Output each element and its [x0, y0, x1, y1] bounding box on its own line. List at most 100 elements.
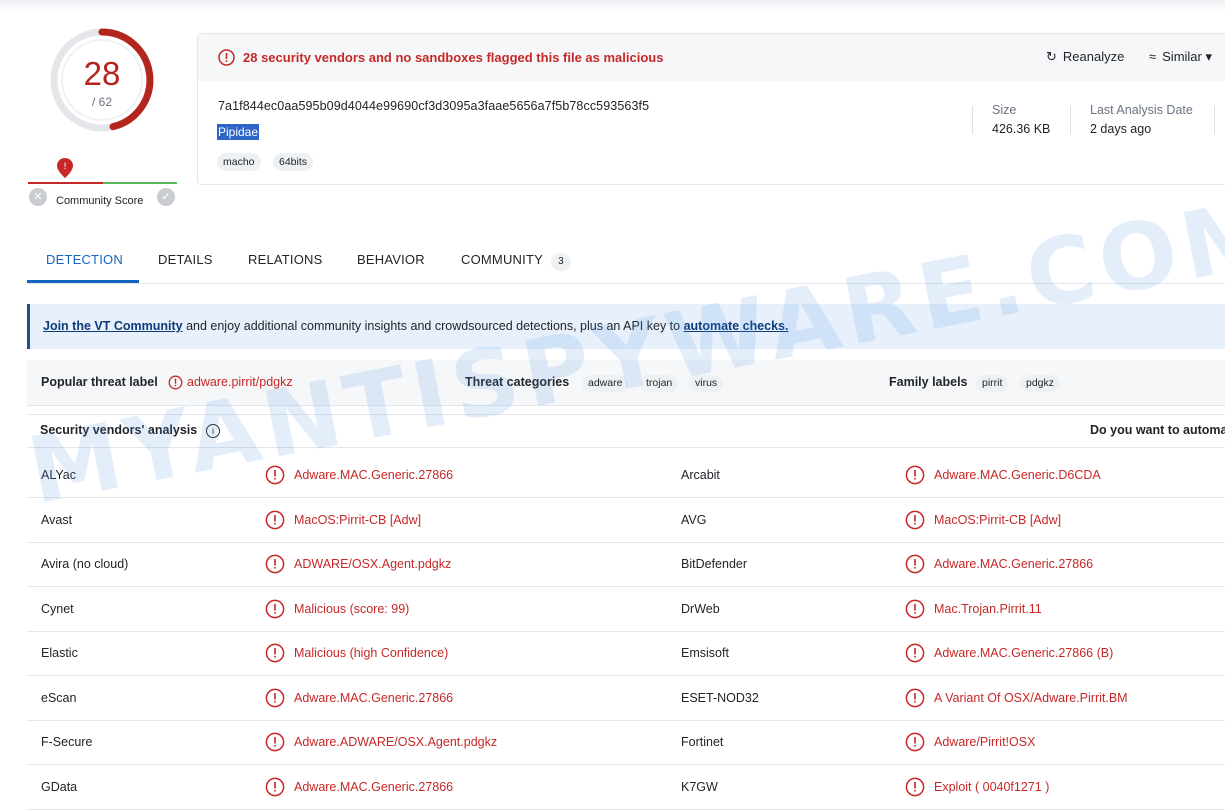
meta-separator [972, 106, 973, 134]
vendor-result[interactable]: Exploit ( 0040f1271 ) [934, 780, 1049, 794]
vendor-result[interactable]: Adware.MAC.Generic.27866 [294, 468, 453, 482]
alert-circle-icon [265, 643, 285, 663]
vendor-name: Fortinet [681, 735, 724, 749]
alert-circle-icon [265, 688, 285, 708]
alert-circle-icon [168, 375, 183, 390]
detection-score-ring: 28 / 62 [40, 28, 170, 158]
vendor-name: GData [41, 779, 78, 794]
alert-circle-icon [905, 510, 925, 530]
tab-detection[interactable]: DETECTION [46, 252, 123, 267]
vendor-name: eScan [41, 690, 77, 705]
alert-circle-icon [265, 554, 285, 574]
community-score-label: Community Score [56, 195, 144, 207]
detection-alert-text: 28 security vendors and no sandboxes fla… [243, 50, 664, 65]
vendor-name: AVG [681, 512, 707, 527]
meta-separator [1070, 106, 1071, 134]
tab-community[interactable]: COMMUNITY 3 [461, 252, 571, 271]
vendor-result[interactable]: MacOS:Pirrit-CB [Adw] [934, 513, 1061, 527]
last-analysis-label: Last Analysis Date [1090, 103, 1193, 117]
family-label-pill[interactable]: pdgkz [1020, 375, 1061, 392]
alert-circle-icon [218, 49, 235, 66]
vote-down-icon[interactable]: ✕ [29, 188, 47, 206]
top-shadow [0, 0, 1225, 12]
alert-circle-icon [265, 510, 285, 530]
table-row [27, 720, 1225, 765]
tabs-divider [27, 283, 1225, 284]
alert-circle-icon [265, 777, 285, 797]
threat-category-pill[interactable]: virus [689, 375, 724, 392]
community-bar-negative [28, 182, 103, 184]
vendor-name: Emsisoft [681, 646, 729, 660]
banner-middle-text: and enjoy additional community insights … [182, 319, 684, 333]
threat-category-pill[interactable]: trojan [640, 375, 679, 392]
tab-relations[interactable]: RELATIONS [248, 252, 323, 267]
threat-category-pill[interactable]: adware [582, 375, 629, 392]
similar-dropdown[interactable]: ≈ Similar ▾ [1149, 49, 1212, 65]
alert-circle-icon [905, 554, 925, 574]
vendor-name: K7GW [681, 779, 718, 794]
tab-details[interactable]: DETAILS [158, 252, 213, 267]
vendor-name: ESET-NOD32 [681, 690, 759, 705]
tag-64bits[interactable]: 64bits [273, 153, 314, 171]
vendor-name: Elastic [41, 646, 78, 660]
popular-threat-value[interactable]: adware.pirrit/pdgkz [187, 375, 293, 389]
size-label: Size [992, 103, 1017, 117]
vendor-name: ALYac [41, 468, 76, 482]
table-row [27, 587, 1225, 632]
alert-circle-icon [905, 732, 925, 752]
vendor-result[interactable]: Malicious (high Confidence) [294, 646, 448, 660]
vendor-name: Avira (no cloud) [41, 557, 129, 571]
vendor-name: BitDefender [681, 557, 748, 571]
chevron-down-icon: ▾ [1205, 49, 1213, 64]
vendors-analysis-title: Security vendors' analysis [40, 423, 198, 437]
automate-checks-link[interactable]: automate checks. [684, 319, 789, 333]
vendor-result[interactable]: Malicious (score: 99) [294, 602, 409, 616]
community-bar-positive [103, 182, 177, 184]
vendor-result[interactable]: Adware/Pirrit!OSX [934, 735, 1035, 749]
threat-categories-label: Threat categories [465, 375, 570, 389]
alert-circle-icon [265, 599, 285, 619]
vendor-result[interactable]: Adware.MAC.Generic.D6CDA [934, 468, 1101, 482]
tab-behavior[interactable]: BEHAVIOR [357, 252, 425, 267]
vote-up-icon[interactable]: ✓ [157, 188, 175, 206]
vendor-result[interactable]: Adware.MAC.Generic.27866 [934, 557, 1093, 571]
info-icon[interactable]: i [206, 424, 220, 438]
alert-circle-icon [905, 599, 925, 619]
vendor-result[interactable]: Adware.MAC.Generic.27866 [294, 691, 453, 705]
similar-label: Similar [1162, 49, 1202, 64]
vendor-name: Arcabit [681, 468, 720, 482]
vendor-result[interactable]: Adware.MAC.Generic.27866 (B) [934, 646, 1113, 660]
vendor-name: DrWeb [681, 601, 720, 616]
community-count-badge: 3 [550, 253, 571, 271]
last-analysis-value: 2 days ago [1090, 122, 1152, 136]
alert-circle-icon [905, 643, 925, 663]
tab-community-label: COMMUNITY [461, 252, 543, 267]
meta-separator [1214, 106, 1215, 134]
vendor-name: Cynet [41, 601, 74, 616]
svg-text:!: ! [63, 162, 67, 172]
reanalyze-label: Reanalyze [1062, 49, 1125, 64]
vendor-result[interactable]: Mac.Trojan.Pirrit.11 [934, 602, 1042, 616]
score-total: / 62 [91, 95, 112, 109]
vendor-result[interactable]: ADWARE/OSX.Agent.pdgkz [294, 557, 451, 571]
popular-threat-label: Popular threat label [41, 375, 158, 389]
vendor-result[interactable]: Adware.ADWARE/OSX.Agent.pdgkz [294, 735, 497, 749]
automate-prompt[interactable]: Do you want to automa [1090, 423, 1225, 437]
vendor-result[interactable]: Adware.MAC.Generic.27866 [294, 780, 453, 794]
family-labels-label: Family labels [889, 375, 968, 389]
file-name[interactable]: Pipidae [217, 124, 260, 140]
vendor-name: Avast [41, 512, 73, 527]
vendor-name: F-Secure [41, 735, 93, 749]
size-value: 426.36 KB [992, 122, 1051, 136]
join-community-link[interactable]: Join the VT Community [43, 319, 183, 333]
alert-circle-icon [905, 465, 925, 485]
file-hash[interactable]: 7a1f844ec0aa595b09d4044e99690cf3d3095a3f… [218, 99, 649, 113]
community-banner-text: Join the VT Community and enjoy addition… [43, 319, 789, 333]
tag-macho[interactable]: macho [217, 153, 261, 171]
vendor-result[interactable]: A Variant Of OSX/Adware.Pirrit.BM [934, 691, 1128, 705]
refresh-icon: ↻ [1046, 49, 1057, 64]
reanalyze-button[interactable]: ↻ Reanalyze [1046, 49, 1124, 65]
alert-circle-icon [905, 688, 925, 708]
vendor-result[interactable]: MacOS:Pirrit-CB [Adw] [294, 513, 421, 527]
family-label-pill[interactable]: pirrit [976, 375, 1009, 392]
